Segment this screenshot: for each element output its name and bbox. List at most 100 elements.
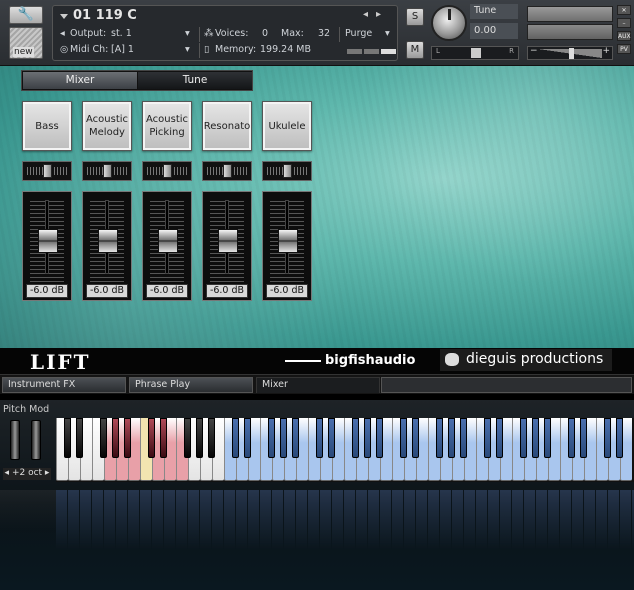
purge-label[interactable]: Purge (345, 28, 372, 39)
channel-fader[interactable]: -6.0 dB (22, 191, 72, 301)
new-button[interactable]: new (9, 27, 43, 59)
black-key[interactable] (520, 418, 527, 458)
channel-button[interactable]: Ukulele (262, 101, 312, 151)
voices-label: Voices: (215, 28, 249, 39)
pan-knob[interactable] (163, 164, 172, 178)
black-key[interactable] (496, 418, 503, 458)
black-key[interactable] (352, 418, 359, 458)
black-key[interactable] (328, 418, 335, 458)
output-dropdown-icon[interactable]: ▾ (185, 28, 190, 39)
solo-button[interactable]: S (406, 8, 424, 26)
pitch-wheel[interactable] (10, 420, 20, 460)
mod-wheel[interactable] (31, 420, 41, 460)
pan-knob[interactable] (223, 164, 232, 178)
volume-thumb[interactable] (569, 48, 574, 59)
black-key[interactable] (604, 418, 611, 458)
black-key[interactable] (184, 418, 191, 458)
black-key[interactable] (484, 418, 491, 458)
black-key[interactable] (64, 418, 71, 458)
black-key[interactable] (292, 418, 299, 458)
midi-dropdown-icon[interactable]: ▾ (185, 44, 190, 55)
channel-db: -6.0 dB (206, 284, 248, 298)
pv-button[interactable]: PV (617, 44, 631, 54)
tab-mixer-page[interactable]: Mixer (256, 377, 380, 393)
black-key[interactable] (148, 418, 155, 458)
instrument-menu-icon[interactable] (60, 14, 68, 19)
purge-dropdown-icon[interactable]: ▾ (385, 28, 390, 39)
channel-pan[interactable] (142, 161, 192, 181)
black-key[interactable] (400, 418, 407, 458)
channel-fader[interactable]: -6.0 dB (202, 191, 252, 301)
channel-pan[interactable] (202, 161, 252, 181)
load-meter (381, 49, 396, 54)
black-key[interactable] (616, 418, 623, 458)
black-key[interactable] (76, 418, 83, 458)
disk-meter (364, 49, 379, 54)
pan-knob[interactable] (283, 164, 292, 178)
black-key[interactable] (436, 418, 443, 458)
black-key[interactable] (568, 418, 575, 458)
black-key[interactable] (124, 418, 131, 458)
tune-value[interactable]: 0.00 (470, 23, 518, 39)
black-key[interactable] (376, 418, 383, 458)
channel-pan[interactable] (82, 161, 132, 181)
black-key[interactable] (532, 418, 539, 458)
channel-button[interactable]: Acoustic Picking (142, 101, 192, 151)
minimize-icon[interactable]: – (617, 18, 631, 28)
black-key[interactable] (268, 418, 275, 458)
aux-button[interactable]: AUX (617, 31, 631, 41)
tab-instrument-fx[interactable]: Instrument FX (2, 377, 126, 393)
fader-cap[interactable] (218, 229, 238, 253)
channel-fader[interactable]: -6.0 dB (82, 191, 132, 301)
channel-button[interactable]: Resonato (202, 101, 252, 151)
black-key[interactable] (316, 418, 323, 458)
close-icon[interactable]: ✕ (617, 5, 631, 15)
divider (199, 27, 200, 42)
black-key[interactable] (100, 418, 107, 458)
keyboard-reflection (56, 490, 634, 550)
black-key[interactable] (232, 418, 239, 458)
fader-cap[interactable] (38, 229, 58, 253)
octave-control[interactable]: ◂ +2 oct ▸ (3, 468, 51, 480)
black-key[interactable] (208, 418, 215, 458)
fader-cap[interactable] (98, 229, 118, 253)
black-key[interactable] (364, 418, 371, 458)
black-key[interactable] (244, 418, 251, 458)
instrument-nav-arrows[interactable]: ◂▸ (363, 9, 389, 20)
tune-knob[interactable] (431, 5, 467, 41)
fader-cap[interactable] (278, 229, 298, 253)
volume-slider[interactable]: − + (527, 46, 613, 60)
black-key[interactable] (196, 418, 203, 458)
piano-keyboard[interactable] (56, 418, 634, 482)
fader-cap[interactable] (158, 229, 178, 253)
instrument-name[interactable]: 01 119 C (73, 8, 137, 23)
black-key[interactable] (580, 418, 587, 458)
pan-slider[interactable]: L R (431, 46, 519, 60)
tab-phrase-play[interactable]: Phrase Play (129, 377, 253, 393)
mute-button[interactable]: M (406, 41, 424, 59)
channel-button[interactable]: Acoustic Melody (82, 101, 132, 151)
black-key[interactable] (160, 418, 167, 458)
black-key[interactable] (412, 418, 419, 458)
instrument-header: 🔧 new 01 119 C ◂▸ ◂ Output: st. 1 ▾ ⁂ Vo… (0, 0, 634, 66)
black-key[interactable] (460, 418, 467, 458)
channel-fader[interactable]: -6.0 dB (262, 191, 312, 301)
channel-fader[interactable]: -6.0 dB (142, 191, 192, 301)
midi-value[interactable]: [A] 1 (111, 44, 134, 55)
pan-thumb[interactable] (471, 48, 481, 58)
black-key[interactable] (448, 418, 455, 458)
pan-knob[interactable] (43, 164, 52, 178)
wrench-button[interactable]: 🔧 (9, 6, 43, 24)
pan-knob[interactable] (103, 164, 112, 178)
tab-mixer[interactable]: Mixer (23, 72, 137, 89)
black-key[interactable] (280, 418, 287, 458)
black-key[interactable] (544, 418, 551, 458)
channel-button[interactable]: Bass (22, 101, 72, 151)
channel-pan[interactable] (262, 161, 312, 181)
channel-pan[interactable] (22, 161, 72, 181)
tab-tune[interactable]: Tune (138, 72, 252, 89)
tab-bar-fill (381, 377, 632, 393)
max-value[interactable]: 32 (318, 28, 330, 39)
black-key[interactable] (112, 418, 119, 458)
output-value[interactable]: st. 1 (111, 28, 132, 39)
